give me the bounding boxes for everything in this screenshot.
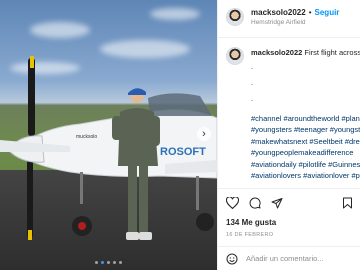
bookmark-icon[interactable] [342, 197, 353, 209]
post-header: macksolo2022 • Seguir Hemstridge Airfiel… [218, 0, 360, 38]
hashtag-line[interactable]: #aviationlovers #aviationlover #p [251, 170, 360, 182]
post-photo[interactable]: mucksolo ROSOFT › [0, 0, 217, 270]
caption-avatar[interactable] [226, 47, 244, 65]
comment-input[interactable] [246, 254, 356, 263]
hashtag-line[interactable]: #channel #aroundtheworld #plan [251, 113, 360, 125]
carousel-dot [113, 261, 116, 264]
caption-dot-line: . [251, 77, 254, 87]
hashtag-block: #channel #aroundtheworld #plan #youngste… [251, 113, 360, 182]
carousel-dot [119, 261, 122, 264]
heart-icon[interactable] [226, 197, 239, 209]
carousel-dot [107, 261, 110, 264]
aircraft-tail-text: ROSOFT [160, 146, 206, 158]
add-comment-bar [218, 246, 360, 270]
hashtag-line[interactable]: #youngsters #teenager #youngst [251, 124, 360, 136]
carousel-dot [95, 261, 98, 264]
comment-icon[interactable] [249, 197, 261, 209]
likes-count[interactable]: 134 Me gusta [226, 218, 353, 227]
caption-dot-line: . [251, 93, 254, 103]
carousel-dot-active [101, 261, 104, 264]
hashtag-line[interactable]: #youngpeoplemakeadifference [251, 147, 360, 159]
aircraft-side-text: mucksolo [76, 134, 98, 140]
share-icon[interactable] [271, 197, 283, 209]
separator-dot: • [308, 8, 312, 17]
emoji-icon[interactable] [226, 253, 238, 265]
follow-button[interactable]: Seguir [315, 8, 340, 17]
next-image-button[interactable]: › [197, 127, 211, 141]
caption-username[interactable]: macksolo2022 [251, 48, 302, 57]
caption-dot-line: . [251, 61, 254, 71]
avatar[interactable] [226, 8, 244, 26]
aircraft-illustration [0, 56, 217, 240]
caption-text: First flight across t [304, 48, 360, 57]
hashtag-line[interactable]: #aviationdaily #pilotlife #Guinnes [251, 159, 360, 171]
chevron-right-icon: › [202, 127, 206, 140]
hashtag-line[interactable]: #makewhatsnext #Seeltbeit #drea [251, 136, 360, 148]
post-date: 16 DE FEBRERO [226, 232, 274, 238]
post-location[interactable]: Hemstridge Airfield [251, 19, 339, 26]
post-username[interactable]: macksolo2022 [251, 8, 306, 17]
post-panel: macksolo2022 • Seguir Hemstridge Airfiel… [217, 0, 360, 270]
caption: macksolo2022 First flight across t . . .… [226, 47, 360, 182]
carousel-indicator [0, 261, 217, 264]
